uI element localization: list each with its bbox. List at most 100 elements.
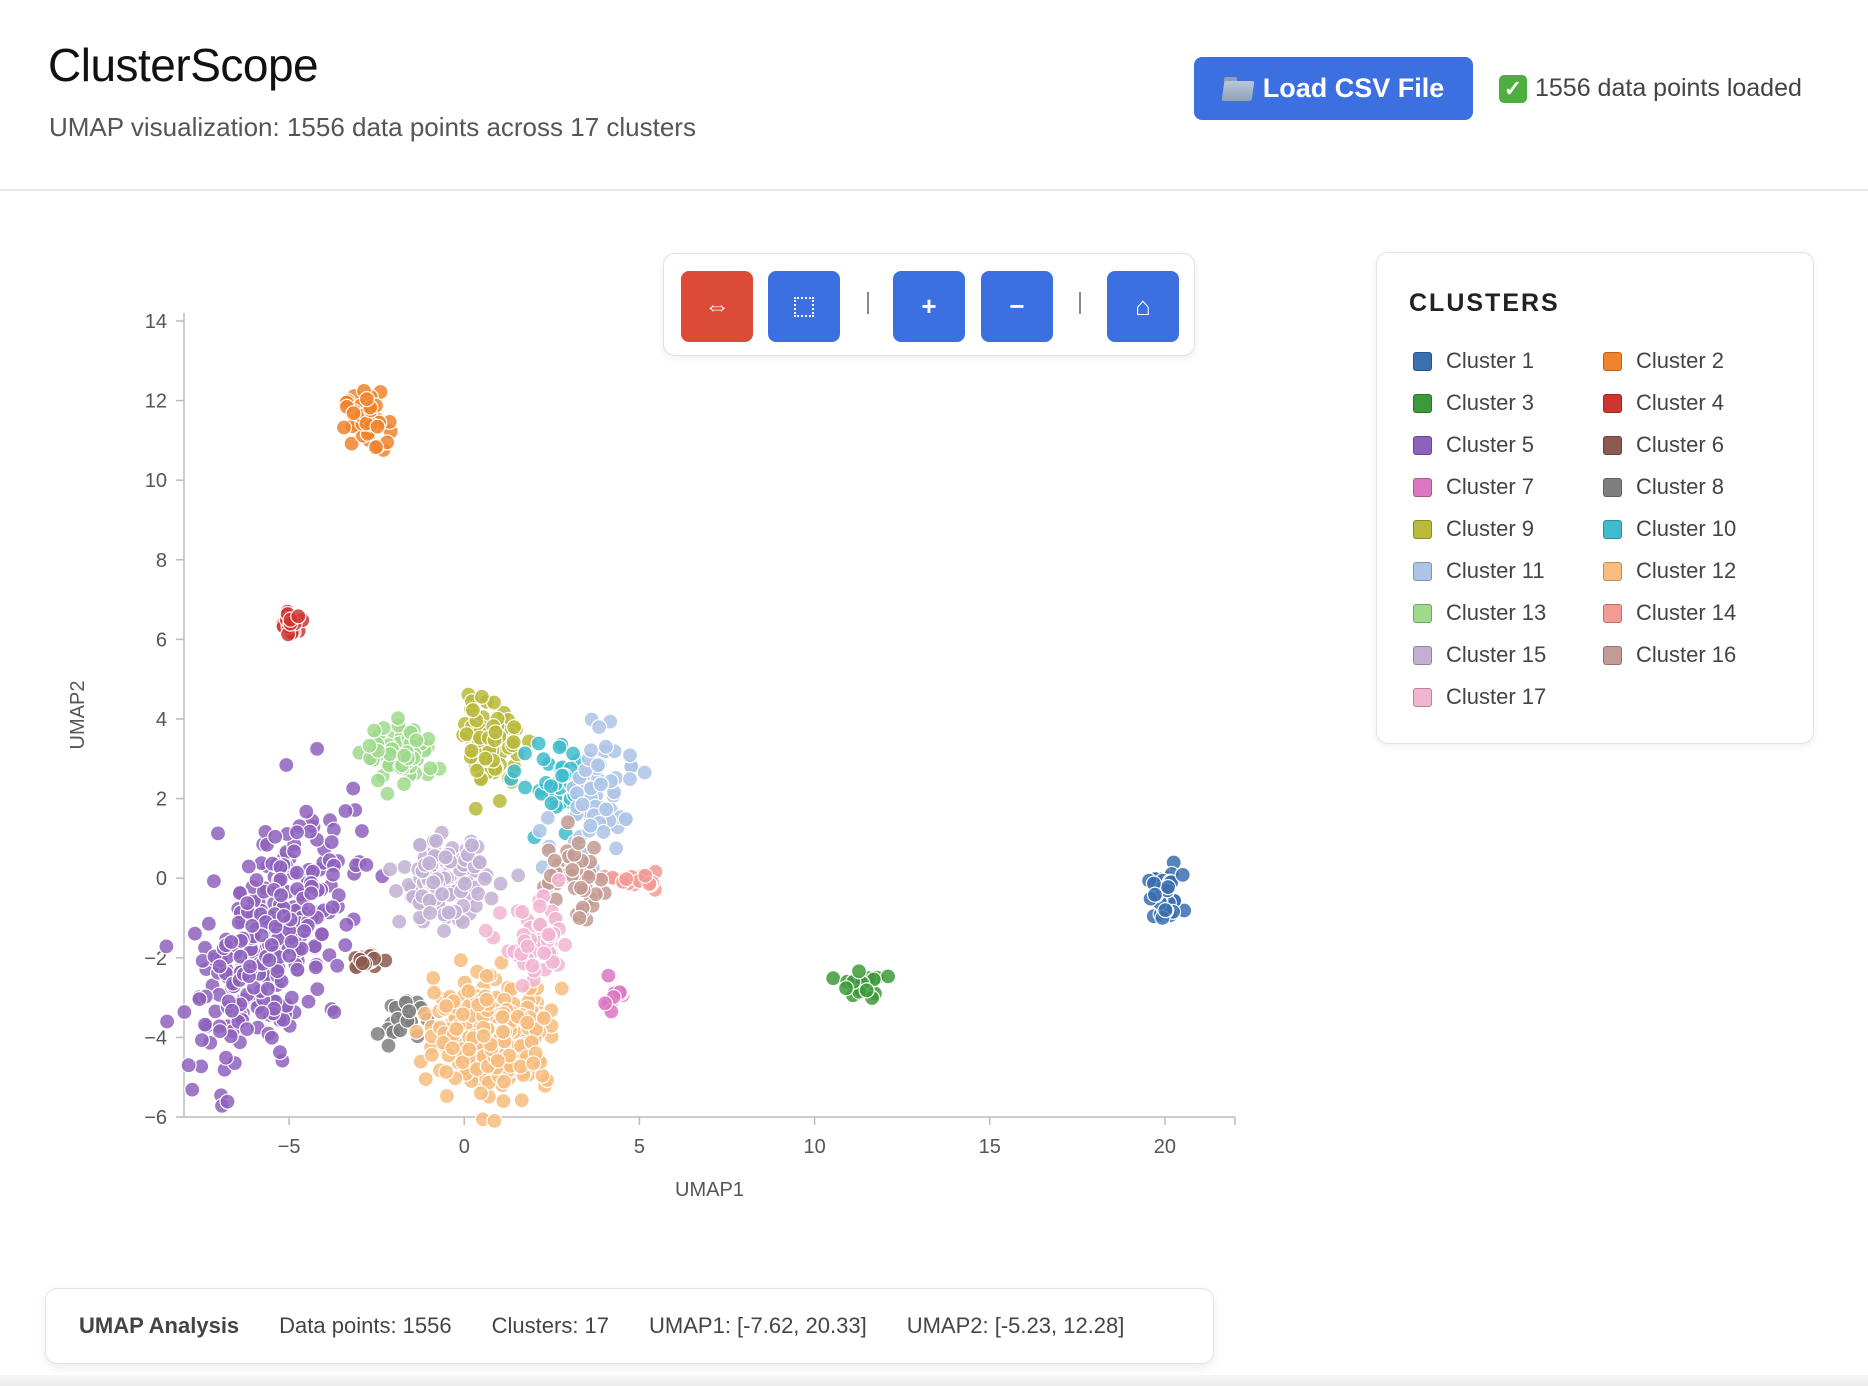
scatter-points [158,382,1193,1130]
data-point [556,936,574,954]
info-bar-title: UMAP Analysis [79,1313,240,1338]
data-point [440,904,457,921]
data-point [180,1057,197,1074]
zoom-in-button[interactable]: + [893,271,965,342]
legend-swatch [1413,393,1432,413]
legend-item-label: Cluster 7 [1446,474,1535,499]
legend-item-label: Cluster 13 [1446,600,1547,625]
data-point [582,742,600,759]
data-point [436,922,453,940]
data-point [514,977,531,994]
data-point [298,803,315,820]
data-point [448,1020,465,1038]
umap-scatter-plot[interactable]: −5 0 5 10 15 20−6−4−202468101214UMAP1UMAP2 [0,0,1300,1230]
legend-item[interactable]: Cluster 11 [1413,558,1545,584]
data-point [275,907,292,925]
zoom-out-button[interactable]: − [981,271,1053,342]
legend-item[interactable]: Cluster 8 [1603,474,1724,500]
data-point [223,933,240,951]
data-point [353,822,370,840]
data-point [531,898,548,915]
home-icon: ⌂ [1135,291,1151,321]
legend-swatch [1603,603,1622,623]
legend-item-label: Cluster 3 [1446,390,1535,415]
legend-item[interactable]: Cluster 14 [1603,600,1736,626]
data-point [428,832,445,850]
legend-item[interactable]: Cluster 3 [1413,390,1534,416]
legend-swatch [1413,645,1432,665]
data-point [1159,878,1177,896]
data-point [460,982,477,1000]
cluster-group [825,963,897,1007]
data-point [597,738,615,755]
data-point [564,861,581,879]
legend-item[interactable]: Cluster 16 [1603,642,1736,668]
data-point [519,1014,536,1031]
data-point [345,780,362,797]
data-point [487,724,504,741]
pan-button[interactable]: ⇔ [681,271,753,342]
data-point [570,834,587,852]
data-point [524,957,541,974]
box-select-button[interactable] [768,271,840,342]
data-point [422,904,439,922]
legend-item[interactable]: Cluster 15 [1413,642,1546,668]
legend-item[interactable]: Cluster 13 [1413,600,1546,626]
legend-item[interactable]: Cluster 2 [1603,348,1724,374]
data-point [238,1020,256,1038]
pan-arrows-icon: ⇔ [704,291,730,321]
data-point [540,926,557,943]
legend-item[interactable]: Cluster 4 [1603,390,1724,416]
data-point [421,855,438,872]
data-point [531,822,549,839]
data-point [358,391,375,408]
data-point [437,849,454,866]
data-point [513,1092,530,1109]
data-point [550,871,568,889]
legend-item[interactable]: Cluster 7 [1413,474,1534,500]
data-point [296,922,313,940]
data-point [850,963,868,980]
cluster-group [382,824,527,940]
data-point [354,955,371,972]
data-point [417,1070,434,1088]
data-point [240,858,257,875]
data-point [426,984,443,1001]
legend-item[interactable]: Cluster 6 [1603,432,1724,458]
data-point [379,785,396,802]
data-point [259,980,276,998]
legend-item[interactable]: Cluster 17 [1413,684,1546,710]
y-tick-label: 12 [145,391,167,413]
y-tick-label: 0 [156,868,167,890]
legend-item[interactable]: Cluster 9 [1413,516,1534,542]
legend-item[interactable]: Cluster 10 [1603,516,1736,542]
data-point [241,958,259,975]
clusters-legend: CLUSTERS Cluster 1 Cluster 2 Cluster 3 Clus… [1376,252,1814,744]
data-point [211,1023,228,1040]
data-point [191,990,208,1008]
legend-item[interactable]: Cluster 1 [1413,348,1534,374]
data-point [438,997,455,1015]
data-point [535,751,552,768]
data-point [337,802,354,820]
data-point [444,1039,461,1057]
cluster-group [1140,854,1193,927]
data-point [281,947,298,964]
info-umap1-range: UMAP1: [-7.62, 20.33] [649,1313,867,1338]
y-tick-label: 2 [156,789,167,811]
legend-item[interactable]: Cluster 5 [1413,432,1534,458]
reset-home-button[interactable]: ⌂ [1107,271,1179,342]
legend-item-label: Cluster 17 [1446,684,1547,709]
data-point [416,1005,433,1022]
toolbar-divider [867,292,869,314]
cluster-group [274,603,311,643]
data-point [219,1093,236,1110]
data-point [223,1002,241,1019]
legend-swatch [1603,393,1622,413]
data-point [1157,901,1174,919]
legend-item[interactable]: Cluster 12 [1603,558,1736,584]
data-point [272,887,290,904]
data-point [309,980,326,998]
box-select-icon [794,296,814,317]
legend-item-label: Cluster 5 [1446,432,1535,457]
